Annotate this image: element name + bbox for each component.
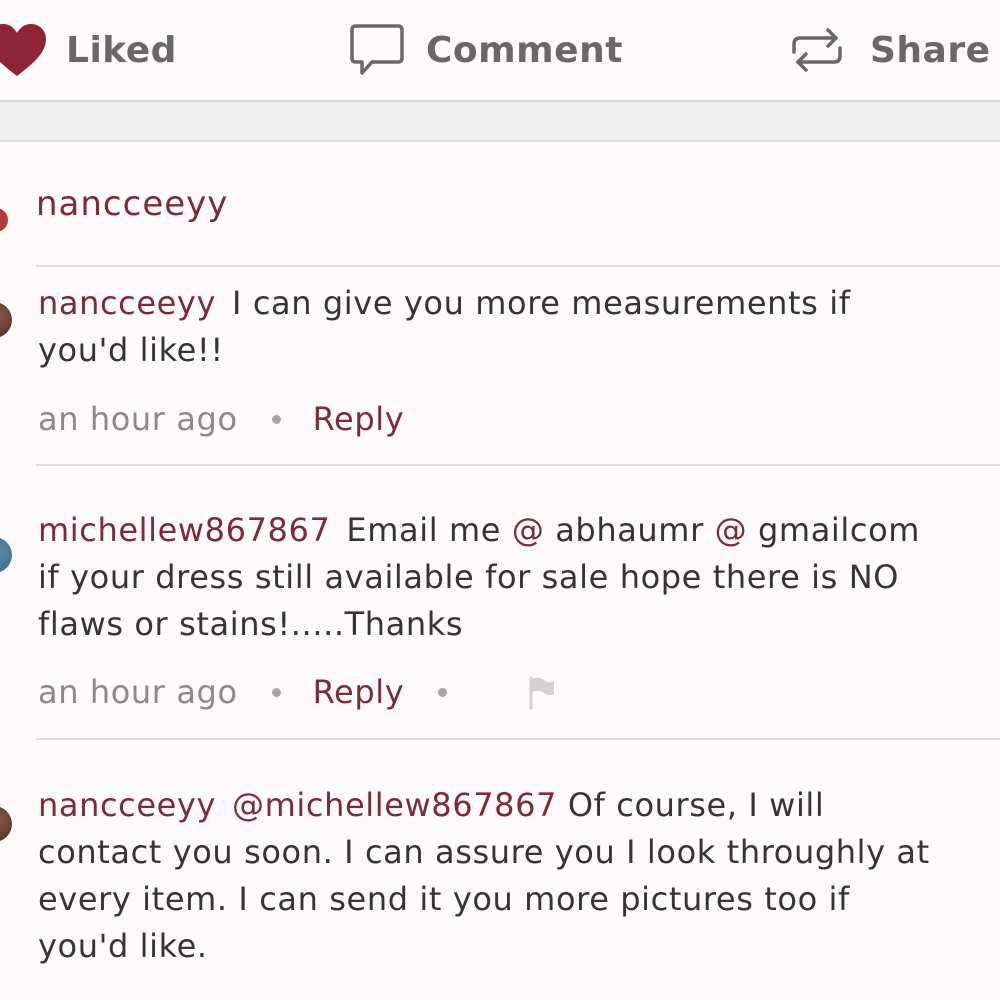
comment-timestamp: an hour ago: [38, 400, 238, 438]
like-button[interactable]: Liked: [0, 22, 177, 78]
share-button[interactable]: Share: [788, 22, 991, 78]
owner-username[interactable]: nancceeyy: [36, 184, 228, 224]
divider: [36, 464, 1000, 466]
reply-link[interactable]: Reply: [313, 400, 405, 438]
section-separator: [0, 102, 1000, 142]
avatar[interactable]: [0, 208, 8, 232]
comment-body: michellew867867 Email me @ abhaumr @ gmai…: [38, 507, 1000, 648]
comment-text-segment: Email me: [346, 511, 502, 549]
comment-meta: an hour ago Reply: [38, 667, 557, 717]
heart-icon: [0, 24, 46, 76]
action-bar: Liked Comment Share: [0, 0, 1000, 102]
comment-text-segment: gmailcom: [758, 511, 921, 549]
comment-username[interactable]: nancceeyy: [38, 284, 216, 322]
comment-text-line: you'd like.: [38, 927, 208, 965]
comment-label: Comment: [426, 29, 623, 71]
share-label: Share: [870, 29, 991, 71]
like-label: Liked: [66, 29, 177, 71]
reply-link[interactable]: Reply: [313, 673, 405, 711]
comment-bubble-icon: [350, 24, 404, 75]
avatar[interactable]: [0, 806, 12, 842]
at-symbol: @: [714, 511, 748, 549]
comment-text-line: contact you soon. I can assure you I loo…: [38, 833, 930, 871]
post-owner-row: nancceeyy: [0, 178, 1000, 238]
comment-body: nancceeyy @michellew867867 Of course, I w…: [38, 782, 1000, 970]
comment-text-line: you'd like!!: [38, 331, 224, 369]
comment-body: nancceeyy I can give you more measurement…: [38, 280, 1000, 374]
comment-text-segment: abhaumr: [555, 511, 704, 549]
comment-timestamp: an hour ago: [38, 673, 238, 711]
comment-text-segment: Of course, I will: [567, 786, 825, 824]
at-symbol: @: [511, 511, 545, 549]
comment-text-line: every item. I can send it you more pictu…: [38, 880, 850, 918]
comment-meta: an hour ago Reply: [38, 394, 404, 444]
comment-username[interactable]: nancceeyy: [38, 786, 216, 824]
avatar[interactable]: [0, 537, 12, 573]
separator-dot: [438, 687, 448, 697]
divider: [36, 738, 1000, 740]
separator-dot: [271, 414, 281, 424]
flag-icon[interactable]: [527, 674, 557, 710]
separator-dot: [271, 687, 281, 697]
comment-text-line: if your dress still available for sale h…: [38, 558, 900, 596]
comment-text-line: flaws or stains!.....Thanks: [38, 605, 464, 643]
avatar[interactable]: [0, 302, 12, 338]
mention-link[interactable]: @michellew867867: [232, 786, 557, 824]
share-repost-icon: [792, 28, 842, 72]
comment-button[interactable]: Comment: [348, 22, 623, 78]
comment-text-line: I can give you more measurements if: [232, 284, 851, 322]
comment-username[interactable]: michellew867867: [38, 511, 330, 549]
divider: [36, 265, 1000, 267]
